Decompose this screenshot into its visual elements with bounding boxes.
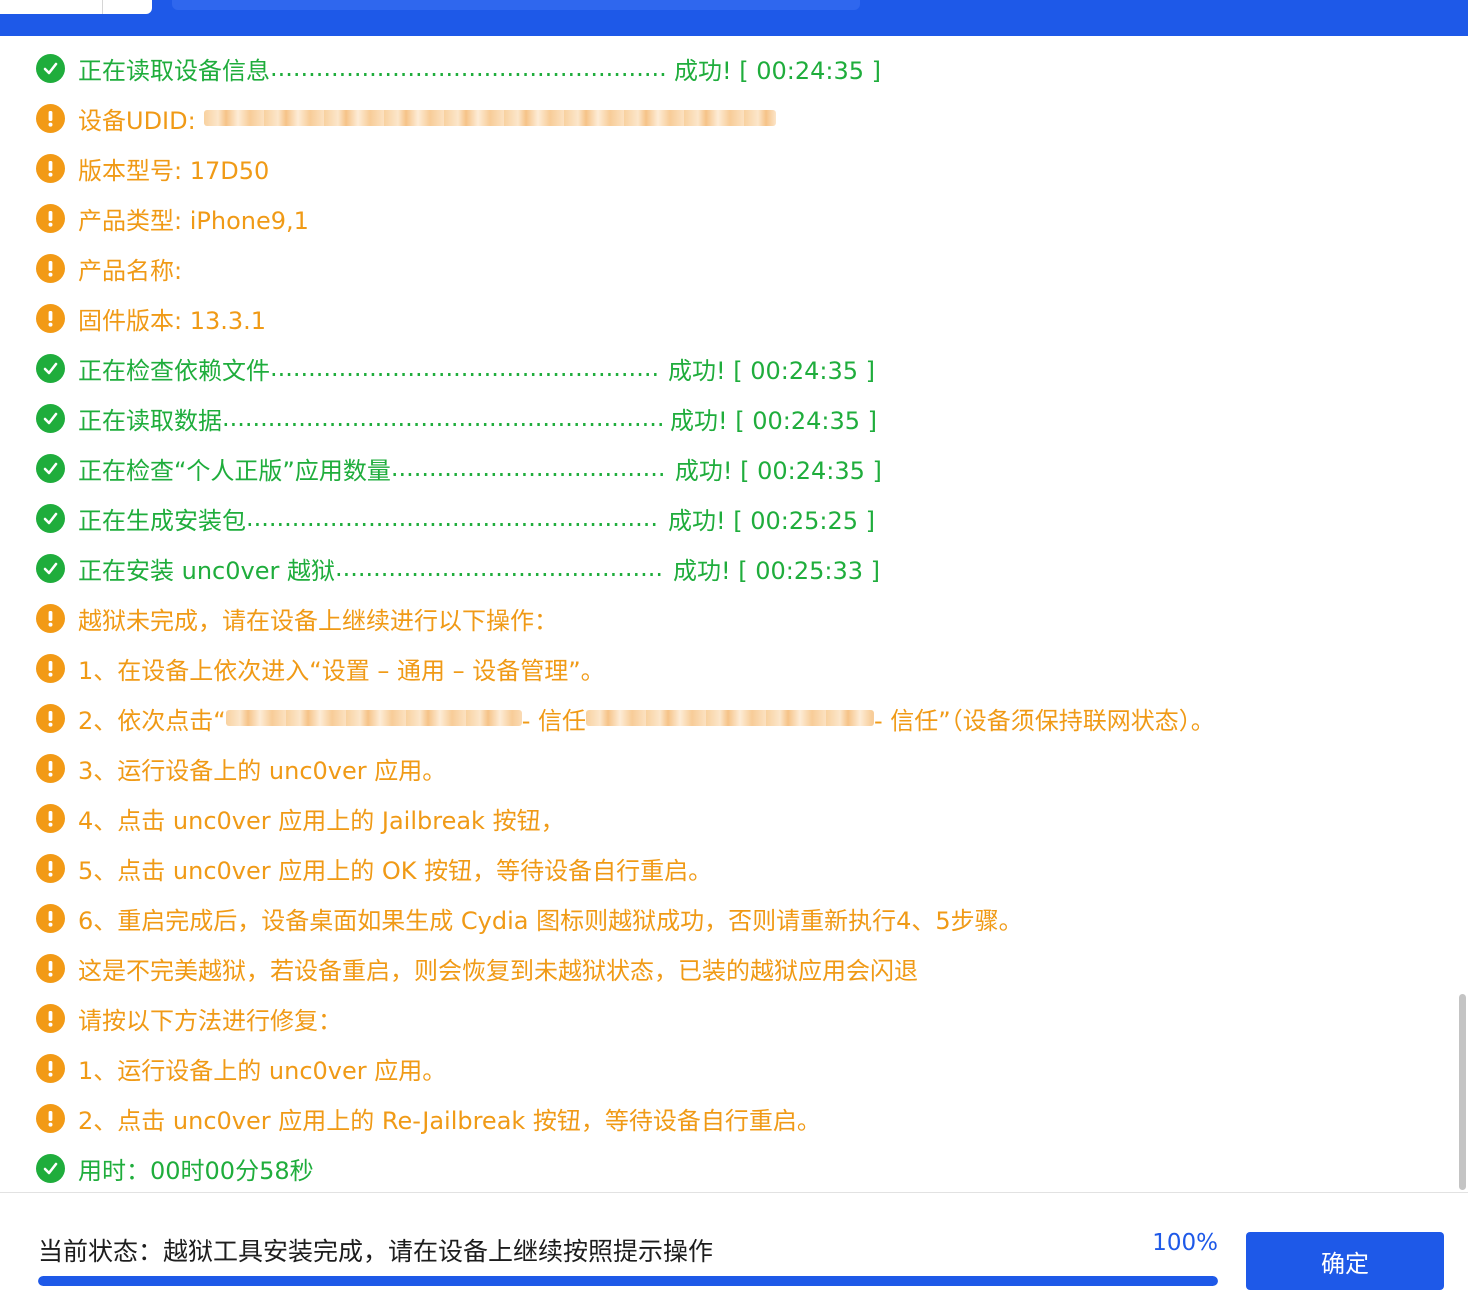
warning-circle-icon bbox=[36, 653, 65, 683]
log-row: 正在检查依赖文件................................… bbox=[36, 343, 875, 393]
warning-circle-icon bbox=[36, 253, 65, 283]
warning-circle-icon bbox=[36, 1003, 65, 1033]
log-row: 4、点击 unc0ver 应用上的 Jailbreak 按钮， bbox=[36, 793, 565, 843]
progress-bar bbox=[38, 1276, 1218, 1286]
warning-circle-icon bbox=[36, 153, 65, 183]
log-row: 5、点击 unc0ver 应用上的 OK 按钮，等待设备自行重启。 bbox=[36, 843, 712, 893]
log-row: 正在安装 unc0ver 越狱.........................… bbox=[36, 543, 880, 593]
log-text: 正在读取数据 bbox=[78, 406, 222, 435]
footer-divider bbox=[0, 1192, 1468, 1193]
log-row: 1、在设备上依次进入“设置 – 通用 – 设备管理”。 bbox=[36, 643, 605, 693]
warning-circle-icon bbox=[36, 753, 65, 783]
log-row: 产品名称: bbox=[36, 243, 182, 293]
log-row: 6、重启完成后，设备桌面如果生成 Cydia 图标则越狱成功，否则请重新执行4、… bbox=[36, 893, 1023, 943]
log-text: 产品类型: iPhone9,1 bbox=[78, 206, 309, 235]
check-circle-icon bbox=[36, 353, 65, 383]
log-result: 成功! [ 00:24:35 ] bbox=[668, 356, 876, 385]
dot-leader: ........................................… bbox=[222, 404, 662, 432]
check-circle-icon bbox=[36, 1153, 65, 1183]
dot-leader: ........................................… bbox=[390, 454, 667, 482]
warning-circle-icon bbox=[36, 853, 65, 883]
progress-bar-fill bbox=[38, 1276, 1218, 1286]
warning-circle-icon bbox=[36, 703, 65, 733]
warning-circle-icon bbox=[36, 103, 65, 133]
warning-circle-icon bbox=[36, 1053, 65, 1083]
log-row: 正在检查“个人正版”应用数量..........................… bbox=[36, 443, 882, 493]
log-result: 成功! [ 00:24:35 ] bbox=[674, 456, 882, 485]
log-text: 越狱未完成，请在设备上继续进行以下操作： bbox=[78, 606, 558, 635]
log-row: 版本型号: 17D50 bbox=[36, 143, 269, 193]
log-text: 1、在设备上依次进入“设置 – 通用 – 设备管理”。 bbox=[78, 656, 605, 685]
log-text: 6、重启完成后，设备桌面如果生成 Cydia 图标则越狱成功，否则请重新执行4、… bbox=[78, 906, 1023, 935]
log-row: 设备UDID: bbox=[36, 93, 776, 143]
dot-leader: ........................................… bbox=[334, 554, 665, 582]
warning-circle-icon bbox=[36, 1103, 65, 1133]
log-text: 2、点击 unc0ver 应用上的 Re-Jailbreak 按钮，等待设备自行… bbox=[78, 1106, 821, 1135]
log-text: 3、运行设备上的 unc0ver 应用。 bbox=[78, 756, 447, 785]
log-result: 成功! [ 00:24:35 ] bbox=[674, 56, 882, 85]
check-circle-icon bbox=[36, 53, 65, 83]
log-text: 2、依次点击“ bbox=[78, 706, 226, 735]
toolbar-tab-divider bbox=[102, 0, 103, 14]
dot-leader: ........................................… bbox=[270, 54, 666, 82]
log-text: 正在读取设备信息 bbox=[78, 56, 270, 85]
check-circle-icon bbox=[36, 553, 65, 583]
log-result: 成功! [ 00:25:25 ] bbox=[668, 506, 876, 535]
log-text: - 信任 bbox=[521, 706, 586, 735]
check-circle-icon bbox=[36, 453, 65, 483]
log-row: 固件版本: 13.3.1 bbox=[36, 293, 266, 343]
dot-leader: ........................................… bbox=[246, 504, 660, 532]
log-row: 3、运行设备上的 unc0ver 应用。 bbox=[36, 743, 446, 793]
log-row: 正在读取设备信息................................… bbox=[36, 43, 881, 93]
log-row: 正在读取数据..................................… bbox=[36, 393, 877, 443]
redacted-value bbox=[203, 110, 776, 126]
log-result: 成功! [ 00:24:35 ] bbox=[670, 406, 878, 435]
confirm-button[interactable]: 确定 bbox=[1246, 1232, 1444, 1290]
log-result: 成功! [ 00:25:33 ] bbox=[672, 556, 881, 585]
check-circle-icon bbox=[36, 503, 65, 533]
redacted-value bbox=[586, 710, 874, 726]
log-row: 请按以下方法进行修复： bbox=[36, 993, 342, 1043]
log-text: 版本型号: 17D50 bbox=[78, 156, 270, 185]
log-row: 2、点击 unc0ver 应用上的 Re-Jailbreak 按钮，等待设备自行… bbox=[36, 1093, 821, 1143]
toolbar-tab[interactable] bbox=[0, 0, 152, 14]
top-toolbar bbox=[0, 0, 1468, 36]
log-row: 正在生成安装包.................................… bbox=[36, 493, 875, 543]
log-text: 正在检查依赖文件 bbox=[78, 356, 270, 385]
log-scrollbar[interactable] bbox=[1459, 994, 1466, 1190]
log-text: 正在生成安装包 bbox=[78, 506, 246, 535]
warning-circle-icon bbox=[36, 953, 65, 983]
toolbar-field[interactable] bbox=[172, 0, 860, 10]
log-text: 4、点击 unc0ver 应用上的 Jailbreak 按钮， bbox=[78, 806, 565, 835]
log-text: 设备UDID: bbox=[78, 106, 196, 135]
log-text: 固件版本: 13.3.1 bbox=[78, 306, 267, 335]
log-row: 2、依次点击“ - 信任 - 信任”（设备须保持联网状态）。 bbox=[36, 693, 1215, 743]
dot-leader: ........................................… bbox=[270, 354, 660, 382]
log-text: 5、点击 unc0ver 应用上的 OK 按钮，等待设备自行重启。 bbox=[78, 856, 713, 885]
warning-circle-icon bbox=[36, 603, 65, 633]
log-text: 正在检查“个人正版”应用数量 bbox=[78, 456, 391, 485]
log-text: 正在安装 unc0ver 越狱 bbox=[78, 556, 335, 585]
log-text: 用时：00时00分58秒 bbox=[78, 1156, 314, 1185]
log-row: 1、运行设备上的 unc0ver 应用。 bbox=[36, 1043, 446, 1093]
log-panel[interactable]: 正在读取设备信息................................… bbox=[0, 42, 1460, 1190]
warning-circle-icon bbox=[36, 203, 65, 233]
log-text: 产品名称: bbox=[78, 256, 183, 285]
log-text: 这是不完美越狱，若设备重启，则会恢复到未越狱状态，已装的越狱应用会闪退 bbox=[78, 956, 918, 985]
log-row: 越狱未完成，请在设备上继续进行以下操作： bbox=[36, 593, 558, 643]
log-text: - 信任”（设备须保持联网状态）。 bbox=[874, 706, 1215, 735]
check-circle-icon bbox=[36, 403, 65, 433]
progress-percent: 100% bbox=[1152, 1230, 1218, 1256]
warning-circle-icon bbox=[36, 803, 65, 833]
log-text: 请按以下方法进行修复： bbox=[78, 1006, 342, 1035]
log-row: 产品类型: iPhone9,1 bbox=[36, 193, 309, 243]
log-row: 这是不完美越狱，若设备重启，则会恢复到未越狱状态，已装的越狱应用会闪退 bbox=[36, 943, 918, 993]
redacted-value bbox=[225, 710, 522, 726]
log-row: 用时：00时00分58秒 bbox=[36, 1143, 314, 1190]
warning-circle-icon bbox=[36, 903, 65, 933]
warning-circle-icon bbox=[36, 303, 65, 333]
current-status-text: 当前状态：越狱工具安装完成，请在设备上继续按照提示操作 bbox=[38, 1237, 714, 1266]
log-text: 1、运行设备上的 unc0ver 应用。 bbox=[78, 1056, 447, 1085]
